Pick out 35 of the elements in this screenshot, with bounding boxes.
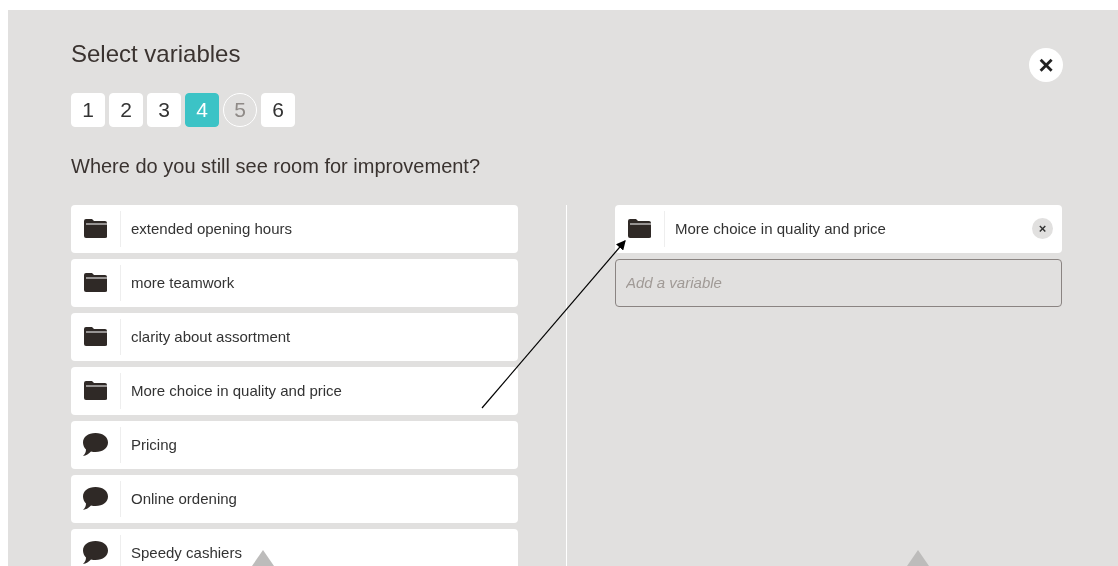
step-button[interactable]: 1 (71, 92, 105, 127)
folder-icon (83, 272, 108, 294)
variable-item[interactable]: Online ordening (71, 474, 518, 523)
variable-item[interactable]: Speedy cashiers (71, 528, 518, 566)
up-triangle-icon (252, 550, 274, 566)
variable-label: Pricing (131, 434, 177, 455)
variable-label: clarity about assortment (131, 326, 291, 347)
variable-item[interactable]: extended opening hours (71, 204, 518, 253)
variable-label: More choice in quality and price (131, 380, 342, 401)
folder-icon (83, 326, 108, 348)
variable-label: Online ordening (131, 488, 237, 509)
variable-label: more teamwork (131, 272, 235, 293)
question-text: Where do you still see room for improvement? (71, 153, 482, 179)
up-triangle-icon (907, 550, 929, 566)
folder-icon (627, 218, 652, 240)
step-button[interactable]: 6 (261, 92, 295, 127)
variable-label: More choice in quality and price (675, 218, 886, 239)
variable-item[interactable]: more teamwork (71, 258, 518, 307)
variable-label: extended opening hours (131, 218, 292, 239)
speech-bubble-icon (82, 432, 109, 458)
step-button[interactable]: 2 (109, 92, 143, 127)
close-button[interactable]: × (1029, 48, 1063, 82)
remove-button[interactable]: × (1032, 218, 1053, 240)
speech-bubble-icon (82, 486, 109, 512)
variable-item[interactable]: More choice in quality and price (71, 366, 518, 415)
folder-icon (83, 218, 108, 240)
folder-icon (83, 380, 108, 402)
add-variable-field[interactable]: Add a variable (615, 258, 1062, 307)
variable-label: Speedy cashiers (131, 542, 242, 563)
variable-item[interactable]: More choice in quality and price × (615, 204, 1062, 253)
dialog-title: Select variables (71, 40, 241, 69)
variable-item[interactable]: clarity about assortment (71, 312, 518, 361)
speech-bubble-icon (82, 540, 109, 566)
variable-item[interactable]: Pricing (71, 420, 518, 469)
step-button[interactable]: 3 (147, 92, 181, 127)
